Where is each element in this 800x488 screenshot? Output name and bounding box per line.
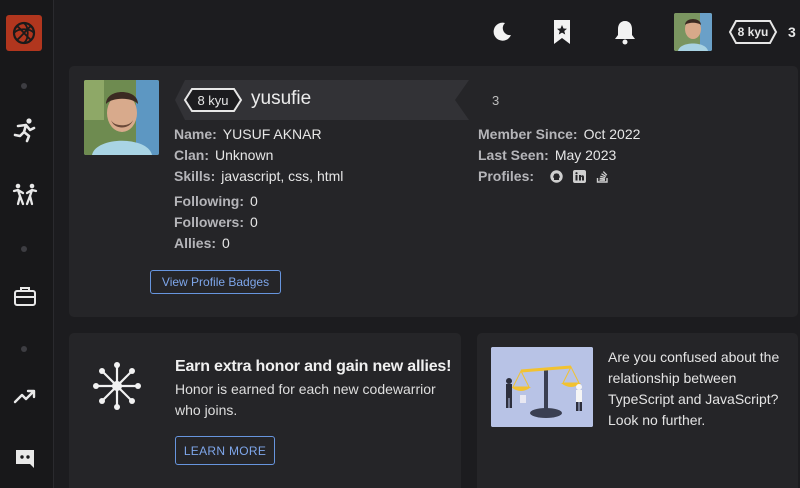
profile-card: 8 kyu yusufie 3 Name: YUSUF AKNAR Clan: Un… [69, 66, 798, 317]
rail-separator [21, 246, 27, 252]
allies-label: Allies: [174, 235, 217, 251]
network-icon [91, 360, 143, 412]
profiles-row: Profiles: [478, 166, 640, 187]
discord-icon[interactable] [12, 446, 38, 472]
briefcase-icon[interactable] [12, 283, 38, 309]
name-row: Name: YUSUF AKNAR [174, 124, 343, 145]
profile-avatar [84, 80, 159, 155]
dark-mode-moon-icon[interactable] [488, 18, 516, 46]
honor-count: 3 [788, 24, 796, 40]
article-promo-card[interactable]: Are you confused about the relationship … [477, 333, 798, 488]
github-icon[interactable] [550, 168, 563, 183]
user-avatar[interactable] [674, 13, 712, 51]
rank-label: 8 kyu [737, 25, 769, 39]
profile-rank-label: 8 kyu [197, 92, 229, 108]
member-since-value: Oct 2022 [583, 126, 641, 142]
profiles-label: Profiles: [478, 168, 535, 184]
linkedin-icon[interactable] [572, 168, 586, 183]
promo-text: Honor is earned for each new codewarrior… [175, 381, 436, 418]
name-label: Name: [174, 126, 217, 142]
following-value: 0 [249, 193, 258, 209]
profile-meta: Member Since: Oct 2022 Last Seen: May 2023… [478, 124, 640, 187]
learn-more-button[interactable]: LEARN MORE [175, 436, 275, 465]
skills-value: javascript, css, html [221, 168, 344, 184]
scales-illustration [491, 347, 593, 427]
view-profile-badges-button[interactable]: View Profile Badges [150, 270, 281, 294]
rail-separator [21, 83, 27, 89]
training-icon[interactable] [12, 117, 38, 143]
last-seen-label: Last Seen: [478, 147, 549, 163]
clan-value: Unknown [215, 147, 274, 163]
rank-badge[interactable]: 8 kyu [728, 19, 778, 45]
referral-promo-card: Earn extra honor and gain new allies! Ho… [69, 333, 461, 488]
practice-icon[interactable] [12, 182, 38, 208]
followers-row: Followers: 0 [174, 212, 343, 233]
following-label: Following: [174, 193, 244, 209]
rail-separator [21, 346, 27, 352]
clan-row: Clan: Unknown [174, 145, 343, 166]
bookmark-icon[interactable] [548, 18, 576, 46]
member-since-label: Member Since: [478, 126, 578, 142]
left-rail [0, 0, 54, 488]
profile-rank-badge: 8 kyu [183, 87, 243, 113]
leaderboard-trend-icon[interactable] [12, 383, 38, 409]
codewars-logo[interactable] [6, 15, 42, 51]
profile-details: Name: YUSUF AKNAR Clan: Unknown Skills: jav… [174, 124, 343, 254]
username: yusufie [251, 88, 312, 109]
skills-row: Skills: javascript, css, html [174, 166, 343, 187]
skills-label: Skills: [174, 168, 216, 184]
logo-icon [12, 21, 36, 45]
followers-label: Followers: [174, 214, 245, 230]
promo-title: Earn extra honor and gain new allies! [175, 358, 452, 375]
member-since-row: Member Since: Oct 2022 [478, 124, 640, 145]
name-value: YUSUF AKNAR [222, 126, 322, 142]
allies-value: 0 [222, 235, 230, 251]
notifications-bell-icon[interactable] [611, 18, 639, 46]
last-seen-row: Last Seen: May 2023 [478, 145, 640, 166]
clan-label: Clan: [174, 147, 209, 163]
last-seen-value: May 2023 [554, 147, 617, 163]
article-promo-text: Are you confused about the relationship … [608, 349, 780, 428]
profile-honor: 3 [492, 93, 500, 108]
followers-value: 0 [250, 214, 258, 230]
allies-row: Allies: 0 [174, 233, 343, 254]
following-row: Following: 0 [174, 191, 343, 212]
stackoverflow-icon[interactable] [596, 168, 609, 183]
